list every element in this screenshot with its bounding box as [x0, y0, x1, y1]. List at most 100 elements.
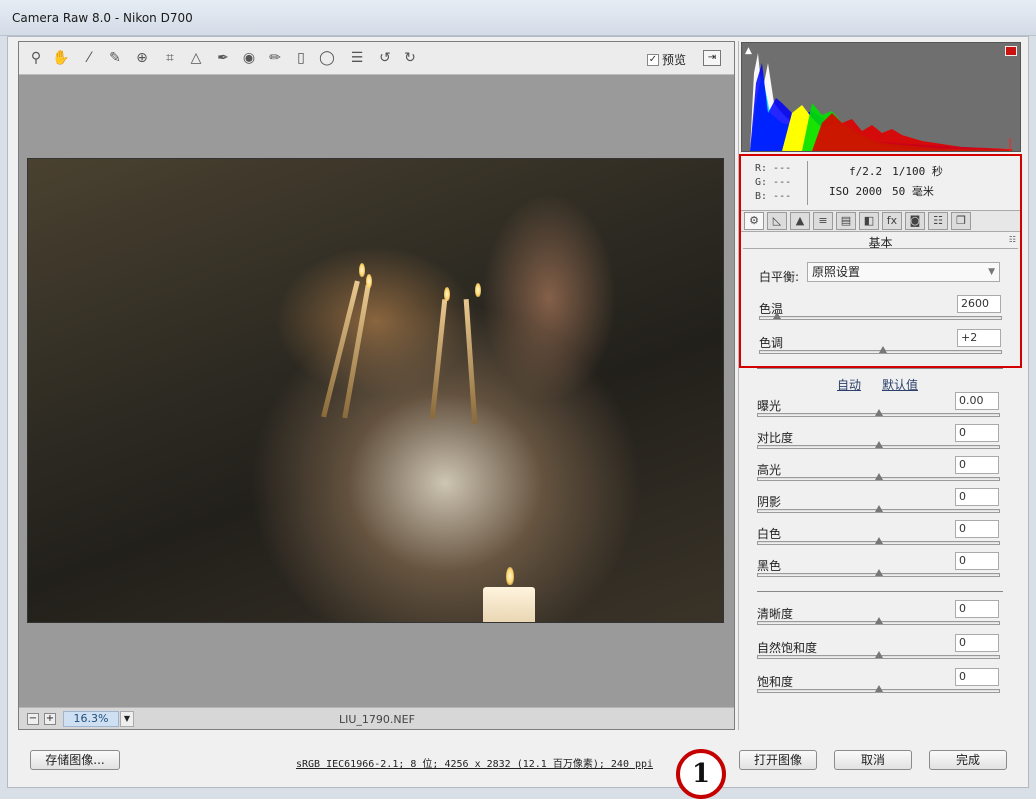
cancel-button[interactable]: 取消: [834, 750, 912, 770]
params-slider[interactable]: [757, 505, 1000, 513]
candle-flame: [366, 274, 372, 288]
params-slider-handle[interactable]: [874, 409, 883, 416]
params-slider[interactable]: [757, 409, 1000, 417]
candle-flame: [506, 567, 514, 585]
temperature-slider-handle[interactable]: [772, 312, 781, 319]
zoom-in-button[interactable]: +: [44, 713, 56, 725]
panel-menu-icon[interactable]: ☷: [1009, 235, 1016, 244]
photo-preview[interactable]: [27, 158, 724, 623]
white-balance-tool-icon[interactable]: ⁄: [79, 48, 99, 68]
params-slider-handle[interactable]: [874, 473, 883, 480]
shutter-value: 1/100 秒: [892, 165, 943, 178]
params-label: 黑色: [757, 559, 782, 573]
params-field[interactable]: 0: [955, 552, 999, 570]
open-image-button[interactable]: 打开图像: [739, 750, 817, 770]
color-sampler-tool-icon[interactable]: ✎: [105, 48, 125, 68]
presence-slider[interactable]: [757, 617, 1000, 625]
params-slider-handle[interactable]: [874, 537, 883, 544]
white-balance-label: 白平衡:: [759, 270, 800, 284]
adjustment-panel: ▲ R: --- G: --- B: --- f/2.2 1/100 秒 ISO…: [738, 41, 1023, 730]
rgb-readout: R: --- G: --- B: ---: [755, 162, 791, 204]
rotate-left-icon[interactable]: ↺: [375, 48, 395, 68]
file-name: LIU_1790.NEF: [339, 713, 415, 726]
default-link[interactable]: 默认值: [882, 376, 918, 393]
params-field[interactable]: 0: [955, 520, 999, 538]
presence-field[interactable]: 0: [955, 600, 999, 618]
image-viewer[interactable]: ⚲ ✋ ⁄ ✎ ⊕ ⌗ △ ✒ ◉ ✏ ▯ ◯ ☰ ↺ ↻ ✓ 预览 ⇥ − +…: [18, 41, 735, 730]
presence-label: 清晰度: [757, 607, 794, 621]
hand-tool-icon[interactable]: ✋: [51, 48, 71, 68]
auto-link[interactable]: 自动: [837, 376, 861, 393]
presence-slider[interactable]: [757, 651, 1000, 659]
highlight-clipping-icon[interactable]: [1005, 46, 1017, 56]
crop-tool-icon[interactable]: ⌗: [160, 48, 180, 68]
temperature-slider[interactable]: [759, 312, 1002, 320]
fullscreen-icon[interactable]: ⇥: [703, 50, 721, 66]
straighten-tool-icon[interactable]: △: [186, 48, 206, 68]
tab-snapshots[interactable]: ❐: [951, 212, 971, 230]
save-image-button[interactable]: 存储图像...: [30, 750, 120, 770]
params-field[interactable]: 0: [955, 488, 999, 506]
tab-tone-curve[interactable]: ◺: [767, 212, 787, 230]
presence-slider-handle[interactable]: [874, 685, 883, 692]
tab-basic[interactable]: ⚙: [744, 212, 764, 230]
tint-slider[interactable]: [759, 346, 1002, 354]
candle-flame: [359, 263, 365, 277]
iso-value: ISO 2000: [829, 185, 882, 198]
tint-slider-handle[interactable]: [878, 346, 887, 353]
preview-checkbox[interactable]: ✓: [647, 53, 659, 66]
temperature-field[interactable]: 2600: [957, 295, 1001, 313]
tab-hsl[interactable]: ≡: [813, 212, 833, 230]
preferences-icon[interactable]: ☰: [347, 48, 367, 68]
presence-slider-handle[interactable]: [874, 651, 883, 658]
params-slider[interactable]: [757, 441, 1000, 449]
candle-flame: [444, 287, 450, 301]
params-label: 曝光: [757, 399, 782, 413]
params-slider[interactable]: [757, 473, 1000, 481]
presence-slider-handle[interactable]: [874, 617, 883, 624]
camera-raw-window: ⚲ ✋ ⁄ ✎ ⊕ ⌗ △ ✒ ◉ ✏ ▯ ◯ ☰ ↺ ↻ ✓ 预览 ⇥ − +…: [7, 36, 1029, 799]
highlight-annotation-box: R: --- G: --- B: --- f/2.2 1/100 秒 ISO 2…: [739, 154, 1022, 368]
spot-removal-tool-icon[interactable]: ✒: [213, 48, 233, 68]
zoom-dropdown-icon[interactable]: ▼: [120, 711, 134, 727]
white-balance-select[interactable]: 原照设置 ▼: [807, 262, 1000, 282]
presence-field[interactable]: 0: [955, 634, 999, 652]
tab-presets[interactable]: ☷: [928, 212, 948, 230]
params-slider-handle[interactable]: [874, 505, 883, 512]
presence-field[interactable]: 0: [955, 668, 999, 686]
shadow-clipping-icon[interactable]: ▲: [745, 46, 755, 56]
done-button[interactable]: 完成: [929, 750, 1007, 770]
rotate-right-icon[interactable]: ↻: [400, 48, 420, 68]
params-field[interactable]: 0.00: [955, 392, 999, 410]
zoom-tool-icon[interactable]: ⚲: [26, 48, 46, 68]
tint-label: 色调: [759, 336, 784, 350]
section-divider: [757, 591, 1003, 592]
candle-image-part: [429, 299, 448, 419]
viewer-status-bar: − + 16.3% ▼ LIU_1790.NEF: [19, 707, 734, 729]
presence-slider[interactable]: [757, 685, 1000, 693]
params-slider[interactable]: [757, 537, 1000, 545]
params-slider[interactable]: [757, 569, 1000, 577]
zoom-out-button[interactable]: −: [27, 713, 39, 725]
tint-field[interactable]: +2: [957, 329, 1001, 347]
params-field[interactable]: 0: [955, 456, 999, 474]
graduated-filter-icon[interactable]: ▯: [291, 48, 311, 68]
params-field[interactable]: 0: [955, 424, 999, 442]
preview-toggle[interactable]: ✓ 预览: [647, 51, 686, 68]
tab-camera-calibration[interactable]: ◙: [905, 212, 925, 230]
workflow-options-link[interactable]: sRGB IEC61966-2.1; 8 位; 4256 x 2832 (12.…: [296, 755, 653, 770]
floor-candle: [483, 587, 535, 622]
candle-image-part: [342, 284, 371, 419]
radial-filter-icon[interactable]: ◯: [317, 48, 337, 68]
zoom-level-field[interactable]: 16.3%: [63, 711, 119, 727]
params-label: 阴影: [757, 495, 782, 509]
params-slider-handle[interactable]: [874, 441, 883, 448]
tab-lens-corrections[interactable]: ◧: [859, 212, 879, 230]
red-eye-tool-icon[interactable]: ◉: [239, 48, 259, 68]
tab-detail[interactable]: ▲: [790, 212, 810, 230]
params-slider-handle[interactable]: [874, 569, 883, 576]
target-adjust-tool-icon[interactable]: ⊕: [132, 48, 152, 68]
adjustment-brush-icon[interactable]: ✏: [265, 48, 285, 68]
tab-effects[interactable]: fx: [882, 212, 902, 230]
tab-split-toning[interactable]: ▤: [836, 212, 856, 230]
